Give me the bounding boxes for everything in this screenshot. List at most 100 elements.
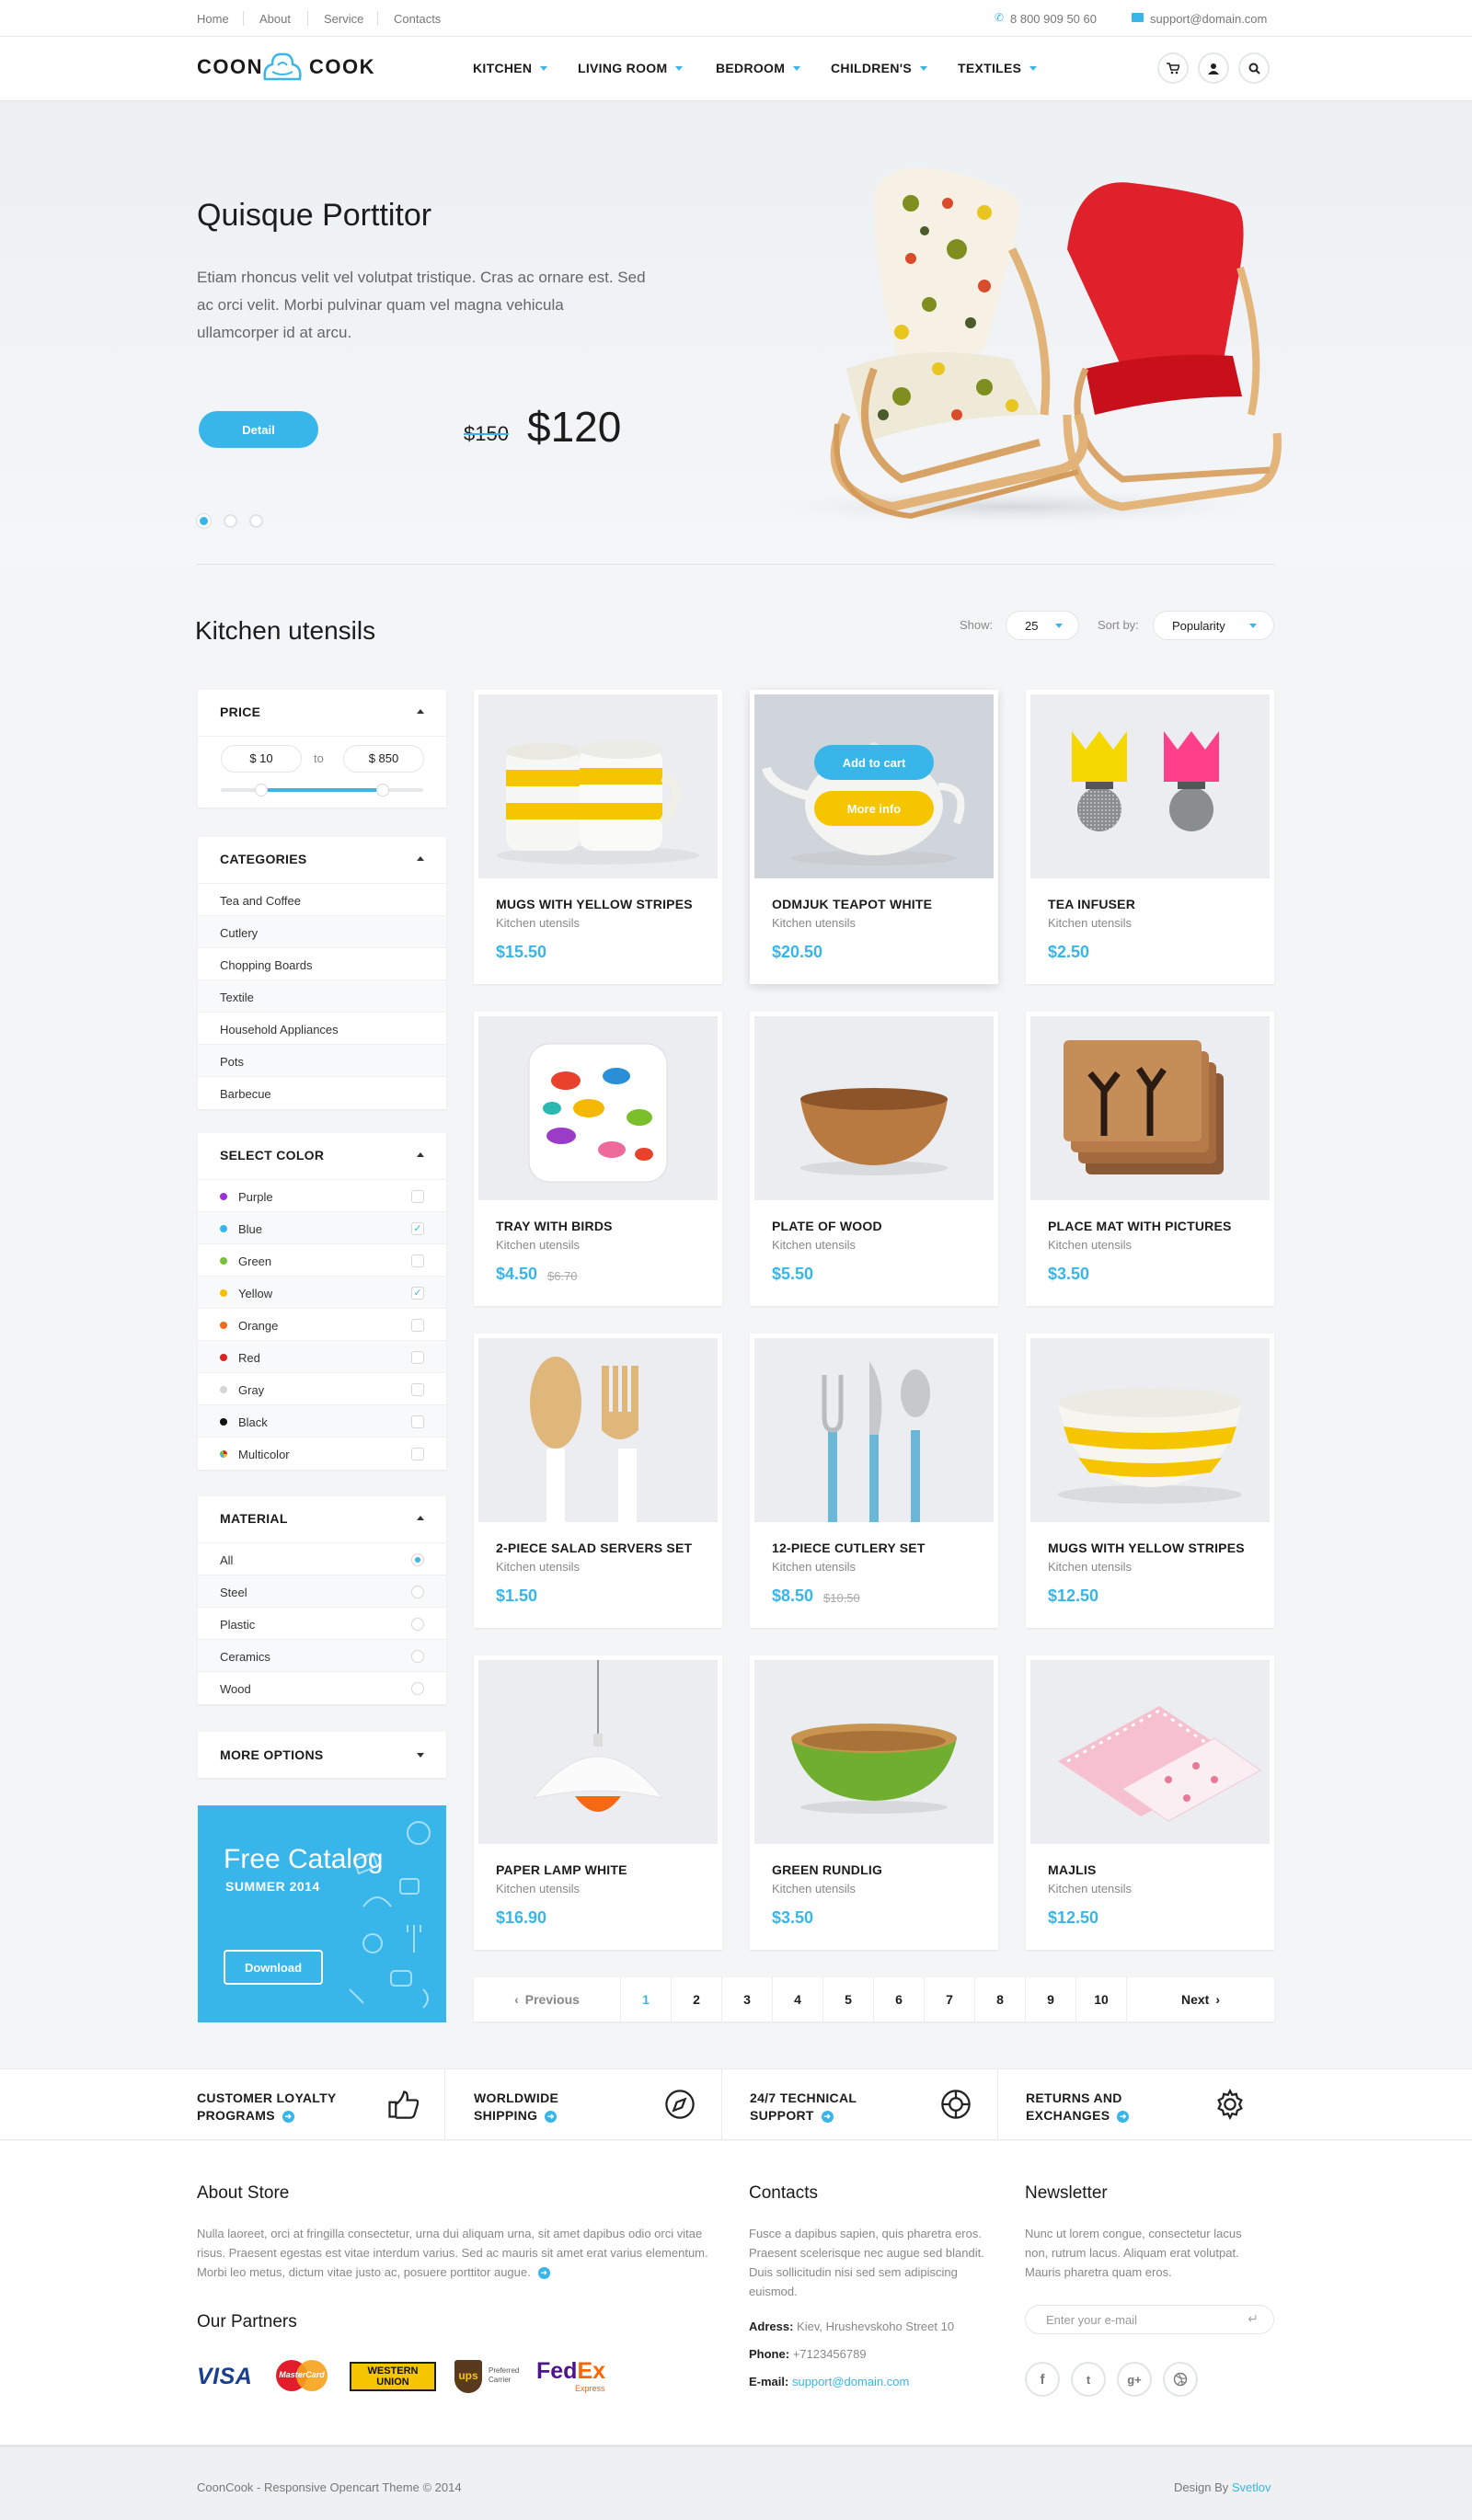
top-link-home[interactable]: Home	[197, 12, 229, 26]
chevron-down-icon[interactable]	[417, 1753, 424, 1758]
material-radio[interactable]	[411, 1586, 424, 1598]
arrow-right-icon[interactable]: ➜	[821, 2110, 834, 2123]
product-name[interactable]: TEA INFUSER	[1048, 897, 1135, 911]
color-option[interactable]: Black	[198, 1404, 446, 1437]
material-radio[interactable]	[411, 1650, 424, 1663]
color-checkbox[interactable]	[411, 1190, 424, 1203]
price-from-input[interactable]: $ 10	[221, 745, 302, 773]
product-image[interactable]	[754, 1016, 994, 1200]
material-option[interactable]: Ceramics	[198, 1639, 446, 1671]
product-name[interactable]: PLACE MAT WITH PICTURES	[1048, 1219, 1232, 1233]
newsletter-input[interactable]: Enter your e-mail ↵	[1025, 2305, 1274, 2334]
top-link-service[interactable]: Service	[324, 12, 363, 26]
product-name[interactable]: 2-PIECE SALAD SERVERS SET	[496, 1541, 692, 1555]
material-radio[interactable]	[411, 1553, 424, 1566]
category-item[interactable]: Tea and Coffee	[198, 883, 446, 915]
color-option[interactable]: Gray	[198, 1372, 446, 1404]
pagination-page[interactable]: 4	[773, 1977, 823, 2022]
product-name[interactable]: MAJLIS	[1048, 1862, 1097, 1877]
price-slider-handle-min[interactable]	[255, 784, 268, 796]
color-checkbox[interactable]	[411, 1448, 424, 1460]
hero-detail-button[interactable]: Detail	[199, 411, 318, 448]
designer-link[interactable]: Svetlov	[1232, 2480, 1271, 2494]
nav-childrens[interactable]: CHILDREN'S	[831, 61, 927, 75]
category-item[interactable]: Pots	[198, 1044, 446, 1076]
pagination-page[interactable]: 2	[672, 1977, 722, 2022]
color-checkbox[interactable]: ✓	[411, 1287, 424, 1300]
enter-icon[interactable]: ↵	[1248, 2311, 1259, 2327]
pagination-page[interactable]: 3	[722, 1977, 773, 2022]
product-image[interactable]	[1030, 1016, 1270, 1200]
more-info-button[interactable]: More info	[814, 791, 934, 826]
product-name[interactable]: ODMJUK TEAPOT WHITE	[772, 897, 932, 911]
product-image[interactable]	[478, 1338, 718, 1522]
arrow-right-icon[interactable]: ➜	[545, 2110, 558, 2123]
pagination-page[interactable]: 5	[823, 1977, 874, 2022]
nav-living-room[interactable]: LIVING ROOM	[578, 61, 684, 75]
product-name[interactable]: MUGS WITH YELLOW STRIPES	[1048, 1541, 1245, 1555]
chevron-up-icon[interactable]	[417, 856, 424, 861]
category-item[interactable]: Barbecue	[198, 1076, 446, 1108]
product-card[interactable]: TRAY WITH BIRDS Kitchen utensils $4.50 $6.7…	[474, 1012, 722, 1306]
material-option[interactable]: Wood	[198, 1671, 446, 1703]
product-image[interactable]	[478, 1016, 718, 1200]
add-to-cart-button[interactable]: Add to cart	[814, 745, 934, 780]
material-option[interactable]: All	[198, 1542, 446, 1575]
product-image[interactable]	[478, 1660, 718, 1844]
category-item[interactable]: Cutlery	[198, 915, 446, 947]
product-name[interactable]: PAPER LAMP WHITE	[496, 1862, 627, 1877]
color-option[interactable]: Purple	[198, 1179, 446, 1211]
google-plus-icon[interactable]: g+	[1117, 2362, 1152, 2397]
slider-dot-1[interactable]	[197, 514, 211, 528]
product-name[interactable]: TRAY WITH BIRDS	[496, 1219, 613, 1233]
product-card[interactable]: 2-PIECE SALAD SERVERS SET Kitchen utensil…	[474, 1334, 722, 1628]
promo-download-button[interactable]: Download	[224, 1950, 323, 1985]
product-name[interactable]: 12-PIECE CUTLERY SET	[772, 1541, 926, 1555]
product-card[interactable]: MUGS WITH YELLOW STRIPES Kitchen utensils…	[474, 690, 722, 984]
color-option[interactable]: Green	[198, 1243, 446, 1276]
product-card[interactable]: TEA INFUSER Kitchen utensils $2.50	[1026, 690, 1274, 984]
account-button[interactable]	[1198, 52, 1229, 84]
facebook-icon[interactable]: f	[1025, 2362, 1060, 2397]
top-link-contacts[interactable]: Contacts	[394, 12, 441, 26]
dribbble-icon[interactable]	[1163, 2362, 1198, 2397]
product-name[interactable]: PLATE OF WOOD	[772, 1219, 882, 1233]
nav-bedroom[interactable]: BEDROOM	[716, 61, 801, 75]
search-button[interactable]	[1238, 52, 1270, 84]
product-card[interactable]: PLACE MAT WITH PICTURES Kitchen utensils $…	[1026, 1012, 1274, 1306]
product-card[interactable]: PLATE OF WOOD Kitchen utensils $5.50	[750, 1012, 998, 1306]
cart-button[interactable]	[1157, 52, 1189, 84]
feature-item[interactable]: 24/7 TECHNICAL SUPPORT ➜	[750, 2069, 998, 2139]
material-radio[interactable]	[411, 1618, 424, 1631]
pagination-page[interactable]: 10	[1076, 1977, 1127, 2022]
arrow-right-icon[interactable]: ➜	[1117, 2110, 1130, 2123]
product-image[interactable]	[754, 1660, 994, 1844]
product-image[interactable]: Add to cart More info	[754, 694, 994, 878]
nav-textiles[interactable]: TEXTILES	[958, 61, 1038, 75]
pagination-next[interactable]: Next ›	[1127, 1977, 1274, 2022]
color-checkbox[interactable]	[411, 1319, 424, 1332]
product-card[interactable]: 12-PIECE CUTLERY SET Kitchen utensils $8.5…	[750, 1334, 998, 1628]
twitter-icon[interactable]: t	[1071, 2362, 1106, 2397]
top-link-about[interactable]: About	[259, 12, 291, 26]
product-card[interactable]: PAPER LAMP WHITE Kitchen utensils $16.90	[474, 1655, 722, 1950]
show-select[interactable]: 25	[1006, 611, 1079, 640]
product-image[interactable]	[1030, 694, 1270, 878]
material-radio[interactable]	[411, 1682, 424, 1695]
pagination-page[interactable]: 7	[925, 1977, 975, 2022]
product-card[interactable]: Add to cart More info ODMJUK TEAPOT WHITE K…	[750, 690, 998, 984]
product-card[interactable]: GREEN RUNDLIG Kitchen utensils $3.50	[750, 1655, 998, 1950]
chevron-up-icon[interactable]	[417, 1516, 424, 1520]
feature-item[interactable]: WORLDWIDE SHIPPING ➜	[474, 2069, 722, 2139]
category-item[interactable]: Textile	[198, 979, 446, 1012]
color-checkbox[interactable]	[411, 1383, 424, 1396]
product-image[interactable]	[1030, 1660, 1270, 1844]
price-to-input[interactable]: $ 850	[343, 745, 424, 773]
product-image[interactable]	[1030, 1338, 1270, 1522]
color-option[interactable]: Blue ✓	[198, 1211, 446, 1243]
pagination-page[interactable]: 9	[1026, 1977, 1076, 2022]
chevron-up-icon[interactable]	[417, 1152, 424, 1157]
slider-dot-3[interactable]	[249, 514, 263, 528]
color-checkbox[interactable]: ✓	[411, 1222, 424, 1235]
color-option[interactable]: Multicolor	[198, 1437, 446, 1469]
